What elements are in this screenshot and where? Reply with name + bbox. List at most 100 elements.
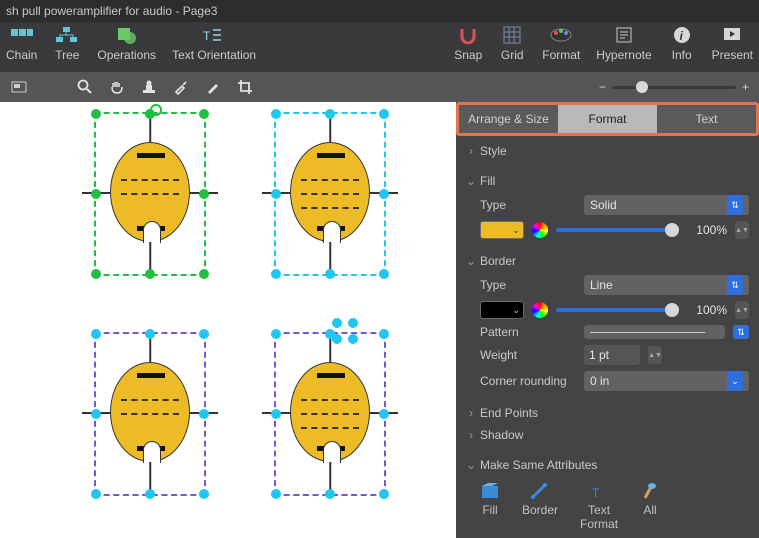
resize-handle[interactable]	[379, 329, 389, 339]
selection-tube-4[interactable]	[274, 332, 386, 496]
toolbar-chain[interactable]: Chain	[6, 24, 37, 62]
resize-handle[interactable]	[145, 489, 155, 499]
border-opacity-slider[interactable]	[556, 308, 679, 312]
resize-handle[interactable]	[91, 189, 101, 199]
toolbar-text-orientation[interactable]: TText Orientation	[172, 24, 256, 62]
resize-handle[interactable]	[271, 489, 281, 499]
resize-handle[interactable]	[379, 269, 389, 279]
resize-handle[interactable]	[91, 269, 101, 279]
window-title: sh pull poweramplifier for audio - Page3	[0, 0, 759, 22]
selection-tube-1[interactable]	[94, 112, 206, 276]
toolbar-tree[interactable]: Tree	[53, 24, 81, 62]
resize-handle[interactable]	[145, 329, 155, 339]
tab-text[interactable]: Text	[657, 105, 756, 133]
grid-icon	[498, 24, 526, 46]
toolbar-info[interactable]: iInfo	[668, 24, 696, 62]
resize-handle[interactable]	[379, 409, 389, 419]
fill-type-label: Type	[480, 198, 576, 212]
fill-opacity-slider[interactable]	[556, 228, 679, 232]
resize-handle[interactable]	[199, 329, 209, 339]
eyedropper-icon[interactable]	[172, 78, 190, 96]
weight-stepper[interactable]: ▲▼	[648, 346, 662, 364]
make-same-border[interactable]: Border	[522, 482, 558, 531]
toolbar-snap[interactable]: Snap	[454, 24, 482, 62]
resize-handle[interactable]	[199, 409, 209, 419]
make-same-fill[interactable]: Fill	[480, 482, 500, 531]
toolbar-format[interactable]: Format	[542, 24, 580, 62]
toolbar-operations[interactable]: Operations	[97, 24, 156, 62]
pattern-dropdown-icon[interactable]: ⇅	[733, 325, 749, 339]
text-orientation-icon: T	[200, 24, 228, 46]
fill-color-swatch[interactable]: ⌄	[480, 221, 524, 239]
section-shadow[interactable]: ›Shadow	[466, 424, 749, 446]
resize-handle[interactable]	[271, 269, 281, 279]
zoom-out-icon[interactable]: −	[599, 80, 606, 94]
zoom-slider[interactable]: − +	[599, 80, 749, 94]
selection-tube-3[interactable]	[94, 332, 206, 496]
chain-icon	[8, 24, 36, 46]
resize-handle[interactable]	[325, 489, 335, 499]
search-icon[interactable]	[76, 78, 94, 96]
svg-text:T: T	[203, 29, 211, 43]
pan-icon[interactable]	[108, 78, 126, 96]
border-type-label: Type	[480, 278, 576, 292]
drawing-canvas[interactable]	[0, 102, 456, 538]
color-wheel-icon[interactable]	[532, 222, 548, 238]
resize-handle[interactable]	[379, 109, 389, 119]
weight-field[interactable]: 1 pt	[584, 345, 640, 365]
resize-handle[interactable]	[199, 109, 209, 119]
corner-rounding-select[interactable]: 0 in⌄	[584, 371, 749, 391]
resize-handle[interactable]	[91, 109, 101, 119]
fill-type-select[interactable]: Solid⇅	[584, 195, 749, 215]
toolbar-grid[interactable]: Grid	[498, 24, 526, 62]
make-same-textf[interactable]: TText Format	[580, 482, 618, 531]
zoom-in-icon[interactable]: +	[742, 80, 749, 94]
pen-icon[interactable]	[204, 78, 222, 96]
toolbar-present[interactable]: Present	[712, 24, 753, 62]
resize-handle[interactable]	[91, 489, 101, 499]
section-make-same[interactable]: ⌄Make Same Attributes	[466, 454, 749, 476]
border-color-swatch[interactable]: ⌄	[480, 301, 524, 319]
tab-arrange-size[interactable]: Arrange & Size	[459, 105, 558, 133]
resize-handle[interactable]	[199, 269, 209, 279]
section-border[interactable]: ⌄Border	[466, 250, 749, 272]
resize-handle[interactable]	[325, 269, 335, 279]
resize-handle[interactable]	[271, 189, 281, 199]
resize-handle[interactable]	[271, 329, 281, 339]
section-fill[interactable]: ⌄Fill	[466, 170, 749, 192]
connection-handle[interactable]	[332, 334, 342, 344]
border-opacity-value: 100%	[687, 303, 727, 317]
resize-handle[interactable]	[379, 489, 389, 499]
resize-handle[interactable]	[91, 329, 101, 339]
resize-handle[interactable]	[91, 409, 101, 419]
hypernote-icon	[610, 24, 638, 46]
resize-handle[interactable]	[145, 269, 155, 279]
weight-label: Weight	[480, 348, 576, 362]
resize-handle[interactable]	[379, 189, 389, 199]
resize-handle[interactable]	[271, 409, 281, 419]
connection-handle[interactable]	[332, 318, 342, 328]
navigator-icon[interactable]	[10, 78, 28, 96]
rotate-handle[interactable]	[150, 104, 162, 116]
resize-handle[interactable]	[325, 109, 335, 119]
toolbar-hypernote[interactable]: Hypernote	[596, 24, 651, 62]
crop-icon[interactable]	[236, 78, 254, 96]
inspector-tabs: Arrange & Size Format Text	[456, 102, 759, 136]
pattern-select[interactable]	[584, 325, 725, 339]
connection-handle[interactable]	[348, 318, 358, 328]
fill-opacity-stepper[interactable]: ▲▼	[735, 221, 749, 239]
section-end-points[interactable]: ›End Points	[466, 402, 749, 424]
resize-handle[interactable]	[199, 189, 209, 199]
connection-handle[interactable]	[348, 334, 358, 344]
color-wheel-icon[interactable]	[532, 302, 548, 318]
selection-tube-2[interactable]	[274, 112, 386, 276]
border-opacity-stepper[interactable]: ▲▼	[735, 301, 749, 319]
border-type-select[interactable]: Line⇅	[584, 275, 749, 295]
stamp-icon[interactable]	[140, 78, 158, 96]
make-same-all[interactable]: All	[640, 482, 660, 531]
section-style[interactable]: ›Style	[466, 140, 749, 162]
resize-handle[interactable]	[271, 109, 281, 119]
resize-handle[interactable]	[199, 489, 209, 499]
svg-text:T: T	[592, 486, 600, 500]
tab-format[interactable]: Format	[558, 105, 657, 133]
